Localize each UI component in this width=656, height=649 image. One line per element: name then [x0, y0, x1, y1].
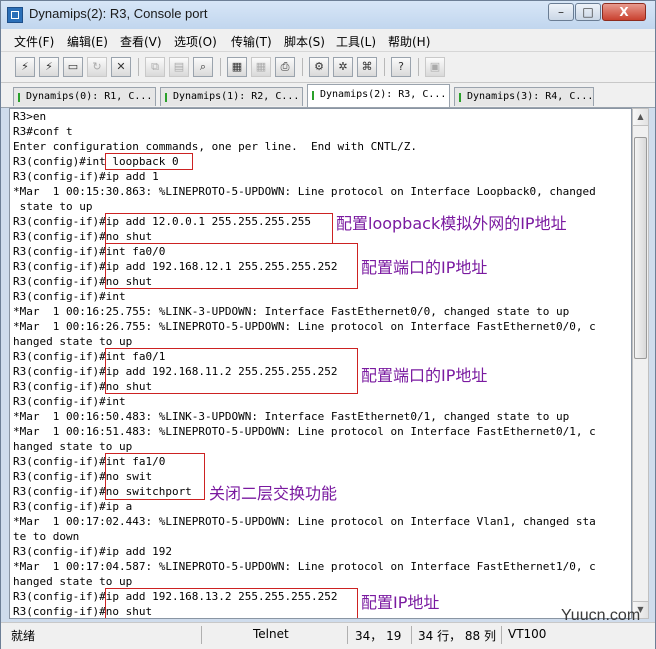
menu-help[interactable]: 帮助(H) [388, 33, 430, 50]
connect-icon[interactable]: ⚡ [15, 57, 35, 77]
securecrt-app-icon [7, 7, 23, 23]
reconnect-icon[interactable]: ↻ [87, 57, 107, 77]
terminal-line: R3(config-if)#ip add 1 [13, 170, 159, 183]
highlight-box [105, 213, 333, 244]
scroll-thumb[interactable] [634, 137, 647, 359]
print-setup-icon[interactable]: ▦ [227, 57, 247, 77]
terminal-line: R3(config-if)#int [13, 290, 126, 303]
terminal-line: R3#conf t [13, 125, 73, 138]
sftp-icon[interactable]: ▣ [425, 57, 445, 77]
tab-dynamips-3[interactable]: Dynamips(3): R4, C... [454, 87, 594, 106]
tab-label: Dynamips(0): R1, C... [26, 91, 153, 102]
tab-dynamips-1[interactable]: Dynamips(1): R2, C... [160, 87, 303, 106]
menu-tools[interactable]: 工具(L) [336, 33, 376, 50]
annotation-disable-switchport: 关闭二层交换功能 [209, 484, 338, 503]
menu-bar: 文件(F) 编辑(E) 查看(V) 选项(O) 传输(T) 脚本(S) 工具(L… [1, 29, 655, 52]
quick-connect-icon[interactable]: ⚡ [39, 57, 59, 77]
terminal-line: *Mar 1 00:16:50.483: %LINK-3-UPDOWN: Int… [13, 410, 570, 423]
close-button[interactable]: X [602, 3, 646, 21]
menu-options[interactable]: 选项(O) [174, 33, 217, 50]
minimize-button[interactable]: – [548, 3, 574, 21]
annotation-port-ip: 配置端口的IP地址 [361, 366, 488, 385]
menu-transfer[interactable]: 传输(T) [231, 33, 272, 50]
disconnect-icon[interactable]: ✕ [111, 57, 131, 77]
toolbar-separator [302, 58, 303, 76]
tab-label: Dynamips(1): R2, C... [173, 91, 300, 102]
status-rows-cols: 34 行， 88 列 [418, 629, 496, 643]
status-cursor: 34， 19 [355, 629, 402, 643]
print-icon[interactable]: ⎙ [275, 57, 295, 77]
paste-icon[interactable]: ▤ [169, 57, 189, 77]
session-tab-bar: Dynamips(0): R1, C... Dynamips(1): R2, C… [1, 83, 655, 108]
terminal-line: Enter configuration commands, one per li… [13, 140, 417, 153]
terminal-line: R3(config-if)#ip add 192 [13, 545, 172, 558]
status-divider [501, 626, 502, 644]
terminal-line: *Mar 1 00:17:04.587: %LINEPROTO-5-UPDOWN… [13, 560, 596, 573]
status-protocol: Telnet [253, 627, 289, 641]
menu-edit[interactable]: 编辑(E) [67, 33, 108, 50]
global-options-icon[interactable]: ✲ [333, 57, 353, 77]
help-icon[interactable]: ? [391, 57, 411, 77]
connected-indicator-icon [165, 93, 167, 102]
status-divider [201, 626, 202, 644]
menu-script[interactable]: 脚本(S) [284, 33, 325, 50]
connected-indicator-icon [459, 93, 461, 102]
highlight-box [105, 348, 358, 394]
vertical-scrollbar[interactable]: ▲ ▼ [632, 108, 649, 619]
keymap-icon[interactable]: ⌘ [357, 57, 377, 77]
session-options-icon[interactable]: ⚙ [309, 57, 329, 77]
terminal-line: *Mar 1 00:16:26.755: %LINEPROTO-5-UPDOWN… [13, 320, 596, 333]
highlight-box [105, 153, 193, 170]
toolbar-separator [384, 58, 385, 76]
terminal-line: *Mar 1 00:15:30.863: %LINEPROTO-5-UPDOWN… [13, 185, 596, 198]
terminal-output[interactable]: R3>en R3#conf t Enter configuration comm… [9, 108, 632, 619]
terminal-line: state to up [13, 200, 93, 213]
console-window: Dynamips(2): R3, Console port – □ X 文件(F… [0, 0, 656, 649]
annotation-port-ip: 配置端口的IP地址 [361, 258, 488, 277]
highlight-box [105, 243, 358, 289]
toolbar-separator [418, 58, 419, 76]
menu-view[interactable]: 查看(V) [120, 33, 162, 50]
scroll-up-icon[interactable]: ▲ [633, 109, 648, 126]
copy-icon[interactable]: ⧉ [145, 57, 165, 77]
status-text: 就绪 [11, 629, 36, 643]
terminal-line: *Mar 1 00:16:51.483: %LINEPROTO-5-UPDOWN… [13, 425, 596, 438]
toolbar-separator [220, 58, 221, 76]
toolbar: ⚡ ⚡ ▭ ↻ ✕ ⧉ ▤ ⌕ ▦ ▦ ⎙ ⚙ ✲ ⌘ ? ▣ [1, 52, 655, 83]
menu-file[interactable]: 文件(F) [14, 33, 54, 50]
tab-dynamips-0[interactable]: Dynamips(0): R1, C... [13, 87, 156, 106]
terminal-line: R3>en [13, 110, 47, 123]
tab-dynamips-2[interactable]: Dynamips(2): R3, C... [307, 84, 450, 107]
terminal-line: te to down [13, 530, 80, 543]
status-terminal: VT100 [508, 627, 547, 641]
find-icon[interactable]: ⌕ [193, 57, 213, 77]
connected-indicator-icon [312, 91, 314, 100]
connected-indicator-icon [18, 93, 20, 102]
toolbar-separator [138, 58, 139, 76]
terminal-line: R3(config-if)#ip a [13, 500, 133, 513]
annotation-ip: 配置IP地址 [361, 593, 440, 612]
terminal-line: hanged state to up [13, 440, 133, 453]
title-bar: Dynamips(2): R3, Console port – □ X [1, 1, 655, 29]
highlight-box [105, 588, 358, 618]
status-divider [411, 626, 412, 644]
terminal-line: *Mar 1 00:17:02.443: %LINEPROTO-5-UPDOWN… [13, 515, 596, 528]
terminal-line: hanged state to up [13, 575, 133, 588]
tab-label: Dynamips(3): R4, C... [467, 91, 594, 102]
connect-in-tab-icon[interactable]: ▭ [63, 57, 83, 77]
tab-label: Dynamips(2): R3, C... [320, 89, 447, 100]
print-preview-icon[interactable]: ▦ [251, 57, 271, 77]
terminal-line: R3(config-if)#int [13, 395, 126, 408]
maximize-button[interactable]: □ [575, 3, 601, 21]
highlight-box [105, 453, 205, 500]
status-bar: 就绪 Telnet 34， 19 34 行， 88 列 VT100 [1, 622, 655, 649]
window-title: Dynamips(2): R3, Console port [29, 6, 208, 21]
annotation-loopback-ip: 配置loopback模拟外网的IP地址 [336, 214, 567, 233]
terminal-line: hanged state to up [13, 335, 133, 348]
terminal-line: *Mar 1 00:16:25.755: %LINK-3-UPDOWN: Int… [13, 305, 570, 318]
status-divider [347, 626, 348, 644]
